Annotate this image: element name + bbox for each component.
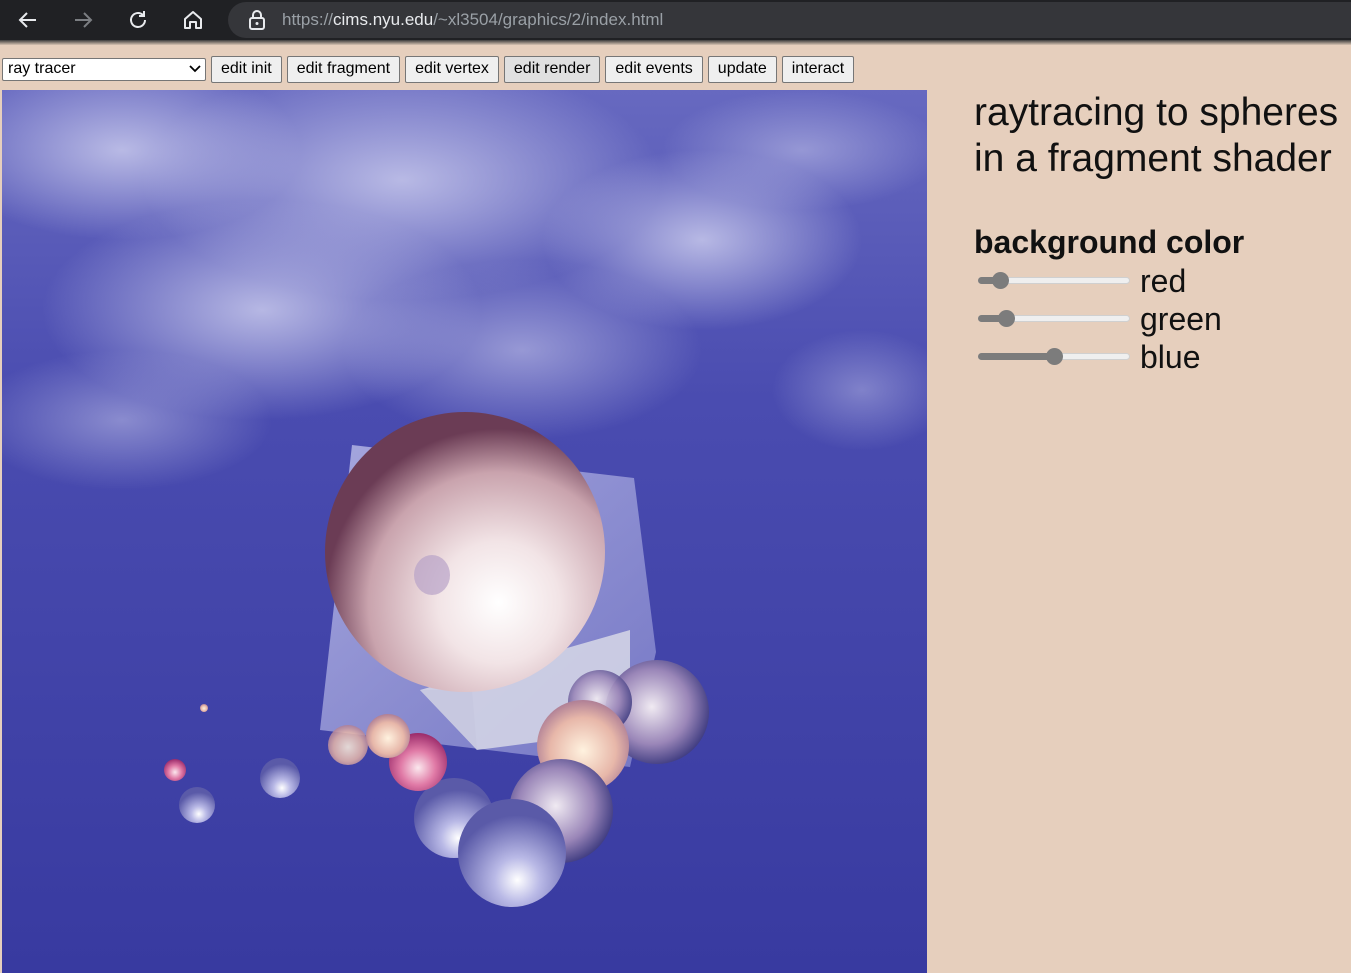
edit-fragment-button[interactable]: edit fragment [286, 55, 401, 83]
demo-select-value: ray tracer [8, 60, 76, 77]
page-title: raytracing to spheres in a fragment shad… [974, 90, 1351, 182]
render-canvas[interactable] [2, 90, 927, 973]
slider-thumb[interactable] [998, 310, 1016, 327]
back-arrow-icon[interactable] [0, 0, 55, 40]
url-host: cims.nyu.edu [333, 10, 434, 29]
update-button[interactable]: update [707, 55, 777, 83]
blue-label: blue [1140, 339, 1201, 375]
red-label: red [1140, 263, 1187, 299]
green-slider[interactable] [974, 309, 1134, 329]
browser-toolbar: https://cims.nyu.edu/~xl3504/graphics/2/… [0, 0, 1351, 40]
lock-icon[interactable] [248, 10, 270, 30]
green-slider-row: green [974, 300, 1351, 338]
edit-vertex-button[interactable]: edit vertex [405, 55, 499, 83]
red-slider-row: red [974, 262, 1351, 300]
edit-render-button[interactable]: edit render [503, 55, 601, 83]
app-toolbar: ray tracer edit init edit fragment edit … [2, 55, 859, 83]
slider-fill [978, 353, 1054, 360]
address-bar[interactable]: https://cims.nyu.edu/~xl3504/graphics/2/… [228, 2, 1351, 38]
title-line-1: raytracing to spheres [974, 91, 1339, 134]
blue-slider[interactable] [974, 347, 1134, 367]
url-scheme: https:// [282, 10, 334, 29]
interact-button[interactable]: interact [781, 55, 855, 83]
url-path: /~xl3504/graphics/2/index.html [433, 10, 664, 29]
slider-thumb[interactable] [1045, 348, 1063, 365]
raytraced-scene [2, 90, 927, 973]
blue-slider-row: blue [974, 338, 1351, 376]
background-color-heading: background color [974, 224, 1245, 260]
forward-arrow-icon[interactable] [55, 0, 110, 40]
edit-events-button[interactable]: edit events [605, 55, 703, 83]
controls-panel: raytracing to spheres in a fragment shad… [974, 90, 1351, 376]
browser-divider [0, 40, 1351, 45]
slider-thumb[interactable] [991, 272, 1009, 289]
green-label: green [1140, 301, 1222, 337]
red-slider[interactable] [974, 271, 1134, 291]
title-line-2: in a fragment shader [974, 137, 1332, 180]
chevron-down-icon [189, 62, 201, 76]
demo-select[interactable]: ray tracer [2, 57, 206, 81]
reload-icon[interactable] [110, 0, 165, 40]
edit-init-button[interactable]: edit init [211, 55, 282, 83]
home-icon[interactable] [165, 0, 220, 40]
url-text[interactable]: https://cims.nyu.edu/~xl3504/graphics/2/… [282, 10, 663, 30]
